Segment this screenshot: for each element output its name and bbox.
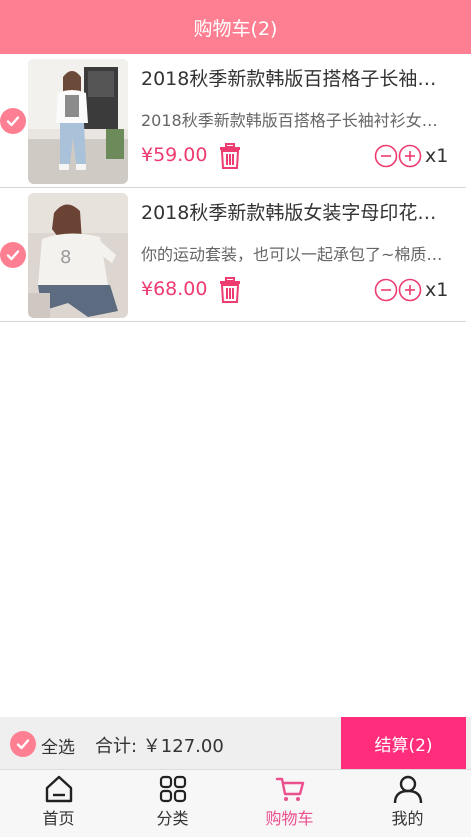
minus-icon[interactable] bbox=[374, 144, 398, 168]
page-header: 购物车(2) bbox=[0, 0, 471, 54]
page-title: 购物车(2) bbox=[193, 17, 278, 40]
quantity-value: x1 bbox=[425, 145, 449, 167]
checkmark-icon bbox=[16, 739, 30, 750]
tab-label: 首页 bbox=[42, 809, 75, 828]
minus-icon[interactable] bbox=[374, 278, 398, 302]
checkout-button[interactable]: 结算(2) bbox=[341, 717, 466, 769]
cart-item[interactable]: 2018秋季新款韩版百搭格子长袖衬衫 2018秋季新款韩版百搭格子长袖衬衫女学生… bbox=[0, 54, 466, 188]
quantity-value: x1 bbox=[425, 279, 449, 301]
home-icon bbox=[45, 775, 72, 803]
product-description: 2018秋季新款韩版百搭格子长袖衬衫女学生 bbox=[141, 111, 451, 130]
tab-mine[interactable]: 我的 bbox=[349, 770, 466, 838]
checkmark-icon bbox=[6, 116, 20, 127]
select-all-label[interactable]: 全选 bbox=[41, 733, 75, 758]
tab-home[interactable]: 首页 bbox=[0, 770, 117, 838]
cart-item[interactable]: 8 2018秋季新款韩版女装字母印花毛衣 你的运动套装，也可以一起承包了~棉质面… bbox=[0, 188, 466, 322]
checkout-bar: 全选 合计: ￥127.00 结算(2) bbox=[0, 717, 471, 769]
product-title[interactable]: 2018秋季新款韩版女装字母印花毛衣 bbox=[141, 198, 451, 225]
tab-cart[interactable]: 购物车 bbox=[231, 770, 348, 838]
tab-category[interactable]: 分类 bbox=[114, 770, 231, 838]
item-checkbox[interactable] bbox=[0, 242, 26, 268]
total-amount: 合计: ￥127.00 bbox=[95, 736, 224, 757]
checkmark-icon bbox=[6, 250, 20, 261]
tab-label: 我的 bbox=[391, 809, 424, 828]
cart-icon bbox=[275, 777, 304, 801]
product-price: ¥59.00 bbox=[141, 144, 208, 166]
trash-icon[interactable] bbox=[219, 143, 241, 169]
product-image[interactable]: 8 bbox=[28, 193, 128, 318]
plus-icon[interactable] bbox=[398, 278, 422, 302]
product-description: 你的运动套装，也可以一起承包了~棉质面料 bbox=[141, 245, 451, 264]
category-icon bbox=[159, 775, 186, 803]
product-title[interactable]: 2018秋季新款韩版百搭格子长袖衬衫 bbox=[141, 64, 451, 91]
quantity-stepper: x1 bbox=[374, 144, 448, 168]
tab-label: 分类 bbox=[156, 809, 189, 828]
user-icon bbox=[393, 775, 422, 804]
svg-text:8: 8 bbox=[60, 247, 71, 268]
item-checkbox[interactable] bbox=[0, 108, 26, 134]
checkout-label: 结算(2) bbox=[374, 735, 433, 756]
select-all-checkbox[interactable] bbox=[10, 731, 36, 757]
quantity-stepper: x1 bbox=[374, 278, 448, 302]
bottom-tab-bar: 首页 分类 购物车 我的 bbox=[0, 769, 471, 837]
product-image[interactable] bbox=[28, 59, 128, 184]
plus-icon[interactable] bbox=[398, 144, 422, 168]
product-price: ¥68.00 bbox=[141, 278, 208, 300]
tab-label: 购物车 bbox=[265, 809, 314, 828]
trash-icon[interactable] bbox=[219, 277, 241, 303]
